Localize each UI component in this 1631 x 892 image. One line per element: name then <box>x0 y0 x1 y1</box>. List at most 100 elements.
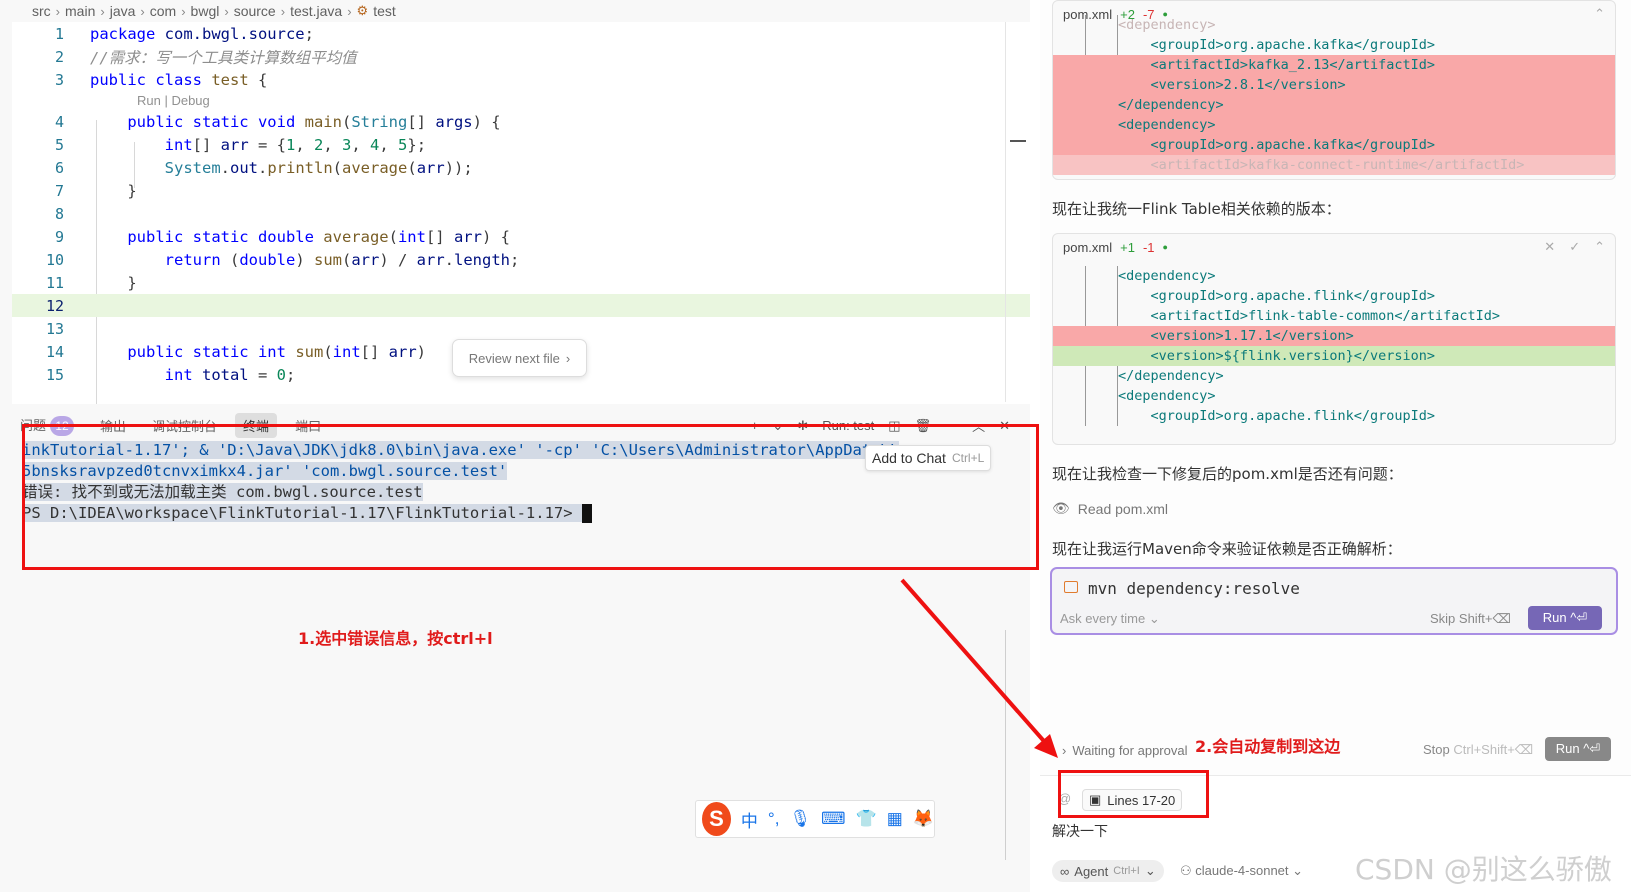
sogou-logo-icon[interactable]: S <box>702 802 731 836</box>
breadcrumb-bwgl[interactable]: bwgl <box>191 3 220 19</box>
chevron-right-icon: › <box>181 3 186 19</box>
assistant-message: 现在让我统一Flink Table相关依赖的版本： <box>1052 200 1341 218</box>
diff-line: <groupId>org.apache.kafka</groupId> <box>1053 37 1436 53</box>
stop-button[interactable]: Stop Ctrl+Shift+⌫ <box>1423 742 1533 758</box>
code-line: 13 <box>12 317 1030 340</box>
diff-line-added: <version>${flink.version}</version> <box>1053 346 1615 366</box>
code-line: 4 public static void main(String[] args)… <box>12 110 1030 133</box>
code-text: } <box>90 181 137 200</box>
agent-mode-button[interactable]: ∞ Agent Ctrl+I ⌄ <box>1052 860 1164 882</box>
panel-scrollbar[interactable] <box>1005 630 1006 860</box>
chat-panel: pom.xml +2 -7 ● ⌃ <dependency> <groupId>… <box>1040 0 1631 892</box>
skip-button[interactable]: Skip Shift+⌫ <box>1430 611 1511 627</box>
diff-line: <dependency> <box>1053 17 1216 33</box>
run-button-secondary[interactable]: Run ^⏎ <box>1545 737 1611 761</box>
codelens-run-debug[interactable]: Run | Debug <box>137 93 210 108</box>
diff-line: <groupId>org.apache.flink</groupId> <box>1053 288 1436 304</box>
expand-icon[interactable]: ⌃ <box>1594 239 1605 255</box>
breadcrumb-class[interactable]: test <box>373 3 396 19</box>
diff-card-1: pom.xml +2 -7 ● ⌃ <dependency> <groupId>… <box>1052 0 1616 180</box>
chat-input[interactable]: 解决一下 <box>1052 821 1108 841</box>
line-number: 11 <box>45 273 64 292</box>
model-label: claude-4-sonnet <box>1195 863 1289 878</box>
code-line: 2 //需求：写一个工具类计算数组平均值 <box>12 45 1030 68</box>
skin-icon[interactable]: 👕 <box>856 809 877 829</box>
breadcrumb-com[interactable]: com <box>150 3 176 19</box>
diff-body: <dependency> <groupId>org.apache.flink</… <box>1053 266 1615 426</box>
tool-read-file[interactable]: 👁 Read pom.xml <box>1052 500 1168 517</box>
diff-line: <dependency> <box>1053 388 1216 404</box>
line-number: 4 <box>54 112 64 131</box>
line-number: 8 <box>54 204 64 223</box>
code-text: public static double average(int[] arr) … <box>127 227 510 246</box>
command-text: mvn dependency:resolve <box>1088 579 1300 598</box>
diff-file-name[interactable]: pom.xml <box>1063 240 1112 255</box>
breadcrumb-file[interactable]: test.java <box>290 3 342 19</box>
diff-line-removed: <version>2.8.1</version> <box>1053 75 1615 95</box>
line-number: 9 <box>54 227 64 246</box>
line-number: 3 <box>54 70 64 89</box>
code-line-added: 12 <box>12 294 1030 317</box>
editor-scrollbar[interactable] <box>1005 22 1006 402</box>
ask-every-time-dropdown[interactable]: Ask every time ⌄ <box>1060 611 1160 627</box>
annotation-step-2: 2.会自动复制到这边 <box>1195 737 1341 756</box>
breadcrumb-source[interactable]: source <box>234 3 276 19</box>
class-icon: ⚙ <box>356 3 369 18</box>
code-line: 1 package com.bwgl.source; <box>12 22 1030 45</box>
diff-line: </dependency> <box>1053 368 1224 384</box>
apps-icon[interactable]: ▦ <box>887 809 903 829</box>
diff-line-removed: </dependency> <box>1053 95 1615 115</box>
annotation-box-terminal <box>22 424 1039 570</box>
breadcrumb-main[interactable]: main <box>65 3 95 19</box>
assistant-message: 现在让我检查一下修复后的pom.xml是否还有问题： <box>1052 465 1403 483</box>
diff-line-removed: <artifactId>kafka_2.13</artifactId> <box>1053 55 1615 75</box>
breadcrumb-java[interactable]: java <box>110 3 136 19</box>
annotation-step-1: 1.选中错误信息，按ctrl+l <box>298 629 493 648</box>
review-next-file-button[interactable]: Review next file › <box>452 339 587 377</box>
editor-area: src › main › java › com › bwgl › source … <box>0 0 1039 892</box>
chevron-down-icon: ⌄ <box>1148 611 1160 626</box>
chevron-right-icon[interactable]: › <box>1062 743 1066 758</box>
microphone-icon[interactable]: 🎙 <box>789 809 811 829</box>
diff-line-removed: <version>1.17.1</version> <box>1053 326 1615 346</box>
breadcrumb: src › main › java › com › bwgl › source … <box>32 0 396 22</box>
chevron-right-icon: › <box>140 3 145 19</box>
code-line: 11 } <box>12 271 1030 294</box>
chevron-right-icon: › <box>100 3 105 19</box>
eye-icon: 👁 <box>1052 500 1070 516</box>
breadcrumb-src[interactable]: src <box>32 3 51 19</box>
run-command-button[interactable]: Run ^⏎ <box>1528 606 1602 630</box>
diff-body: <dependency> <groupId>org.apache.kafka</… <box>1053 15 1615 175</box>
code-line: 3 public class test { <box>12 68 1030 91</box>
diff-line: <groupId>org.apache.flink</groupId> <box>1053 408 1436 424</box>
code-line: 9 public static double average(int[] arr… <box>12 225 1030 248</box>
keyboard-icon[interactable]: ⌨ <box>821 809 846 829</box>
ask-every-time-label: Ask every time <box>1060 611 1146 626</box>
ime-toolbar: S 中 °, 🎙 ⌨ 👕 ▦ 🦊 <box>695 800 935 838</box>
read-file-label: Read pom.xml <box>1077 500 1169 517</box>
chevron-right-icon: › <box>280 3 286 19</box>
chevron-right-icon: › <box>55 3 61 19</box>
code-text: int[] arr = {1, 2, 3, 4, 5}; <box>164 135 427 154</box>
reject-icon[interactable]: ✕ <box>1544 239 1555 255</box>
diff-line-removed: <dependency> <box>1053 115 1615 135</box>
accept-icon[interactable]: ✓ <box>1569 239 1580 255</box>
code-text: public static int sum(int[] arr) <box>127 342 426 361</box>
line-number: 15 <box>45 365 64 384</box>
stop-shortcut: Ctrl+Shift+⌫ <box>1453 742 1534 757</box>
code-text: public class test { <box>90 70 268 89</box>
chevron-right-icon: › <box>565 350 571 366</box>
code-line: 6 System.out.println(average(arr)); <box>12 156 1030 179</box>
chevron-right-icon: › <box>224 3 229 19</box>
code-line: 5 int[] arr = {1, 2, 3, 4, 5}; <box>12 133 1030 156</box>
code-text: package com.bwgl.source; <box>90 24 314 43</box>
ime-chinese-mode[interactable]: 中 <box>741 807 758 832</box>
waiting-label: Waiting for approval <box>1072 742 1188 758</box>
code-line: 7 } <box>12 179 1030 202</box>
model-selector[interactable]: ⚇ claude-4-sonnet ⌄ <box>1180 863 1303 879</box>
model-icon: ⚇ <box>1180 863 1192 878</box>
chevron-down-icon: ⌄ <box>1292 863 1304 878</box>
mascot-icon[interactable]: 🦊 <box>913 809 934 829</box>
line-number: 12 <box>45 296 64 315</box>
punctuation-icon[interactable]: °, <box>768 809 780 829</box>
